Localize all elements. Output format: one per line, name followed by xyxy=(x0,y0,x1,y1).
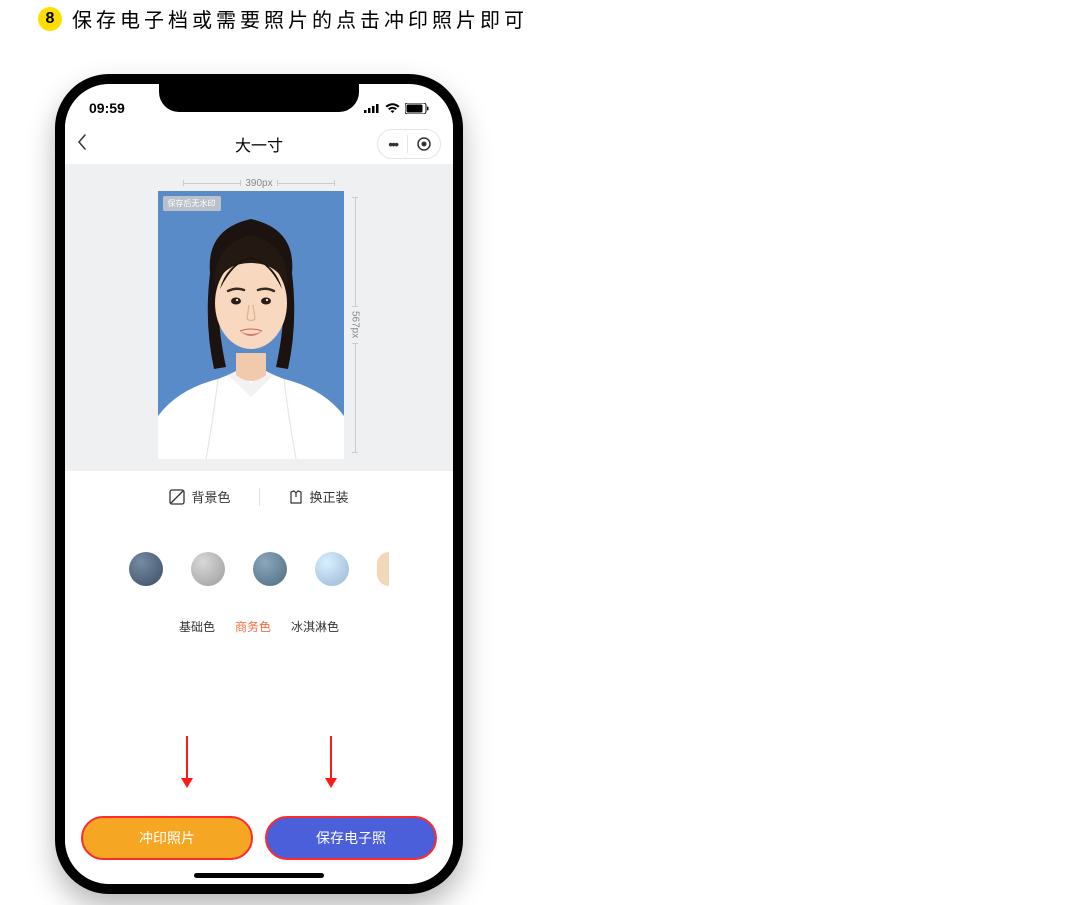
watermark-notice-tag: 保存后无水印 xyxy=(163,196,221,211)
app-navigation-bar: 大一寸 ••• xyxy=(65,124,453,164)
background-icon xyxy=(169,489,185,505)
status-time: 09:59 xyxy=(89,100,125,116)
color-swatch[interactable] xyxy=(129,552,163,586)
capsule-menu-button[interactable]: ••• xyxy=(378,136,407,152)
arrow-down-icon xyxy=(179,734,195,790)
id-photo-preview[interactable]: 保存后无水印 xyxy=(158,191,344,459)
phone-frame: 09:59 大一寸 ••• 39 xyxy=(55,74,463,894)
status-icons xyxy=(364,103,429,114)
color-swatch-more[interactable] xyxy=(377,552,389,586)
arrow-down-icon xyxy=(323,734,339,790)
shirt-icon xyxy=(288,489,304,505)
save-digital-button[interactable]: 保存电子照 xyxy=(265,816,437,860)
mini-program-capsule: ••• xyxy=(377,129,441,159)
back-button[interactable] xyxy=(77,133,87,156)
color-swatch[interactable] xyxy=(253,552,287,586)
height-dimension: 567px xyxy=(350,197,361,452)
color-category-tabs: 基础色 商务色 冰淇淋色 xyxy=(65,608,453,691)
phone-notch xyxy=(159,84,359,112)
category-icecream[interactable]: 冰淇淋色 xyxy=(291,618,339,635)
action-buttons-row: 冲印照片 保存电子照 xyxy=(65,816,453,860)
person-illustration xyxy=(158,191,344,459)
battery-icon xyxy=(405,103,429,114)
capsule-close-button[interactable] xyxy=(408,136,440,152)
color-swatch[interactable] xyxy=(191,552,225,586)
category-basic[interactable]: 基础色 xyxy=(179,618,215,635)
page-instruction-header: 8 保存电子档或需要照片的点击冲印照片即可 xyxy=(0,0,1080,37)
height-label: 567px xyxy=(350,311,361,338)
home-indicator xyxy=(194,873,324,878)
color-swatch[interactable] xyxy=(315,552,349,586)
signal-icon xyxy=(364,103,380,113)
instruction-text: 保存电子档或需要照片的点击冲印照片即可 xyxy=(72,4,528,33)
save-button-label: 保存电子照 xyxy=(316,828,386,848)
tab-bg-label: 背景色 xyxy=(191,487,230,506)
tab-change-outfit[interactable]: 换正装 xyxy=(260,487,377,506)
step-number-badge: 8 xyxy=(38,7,62,31)
width-label: 390px xyxy=(245,178,272,189)
tab-outfit-label: 换正装 xyxy=(310,487,349,506)
print-photo-button[interactable]: 冲印照片 xyxy=(81,816,253,860)
wifi-icon xyxy=(385,103,400,114)
print-button-label: 冲印照片 xyxy=(139,828,195,848)
category-business[interactable]: 商务色 xyxy=(235,618,271,635)
photo-preview-area: 390px 保存后无水印 xyxy=(65,164,453,471)
page-title: 大一寸 xyxy=(235,132,283,156)
color-swatches-row xyxy=(65,530,453,608)
tab-background-color[interactable]: 背景色 xyxy=(141,487,258,506)
phone-screen: 09:59 大一寸 ••• 39 xyxy=(65,84,453,884)
width-dimension: 390px xyxy=(183,178,334,189)
annotation-arrows xyxy=(65,734,453,790)
option-tabs: 背景色 换正装 xyxy=(65,471,453,530)
